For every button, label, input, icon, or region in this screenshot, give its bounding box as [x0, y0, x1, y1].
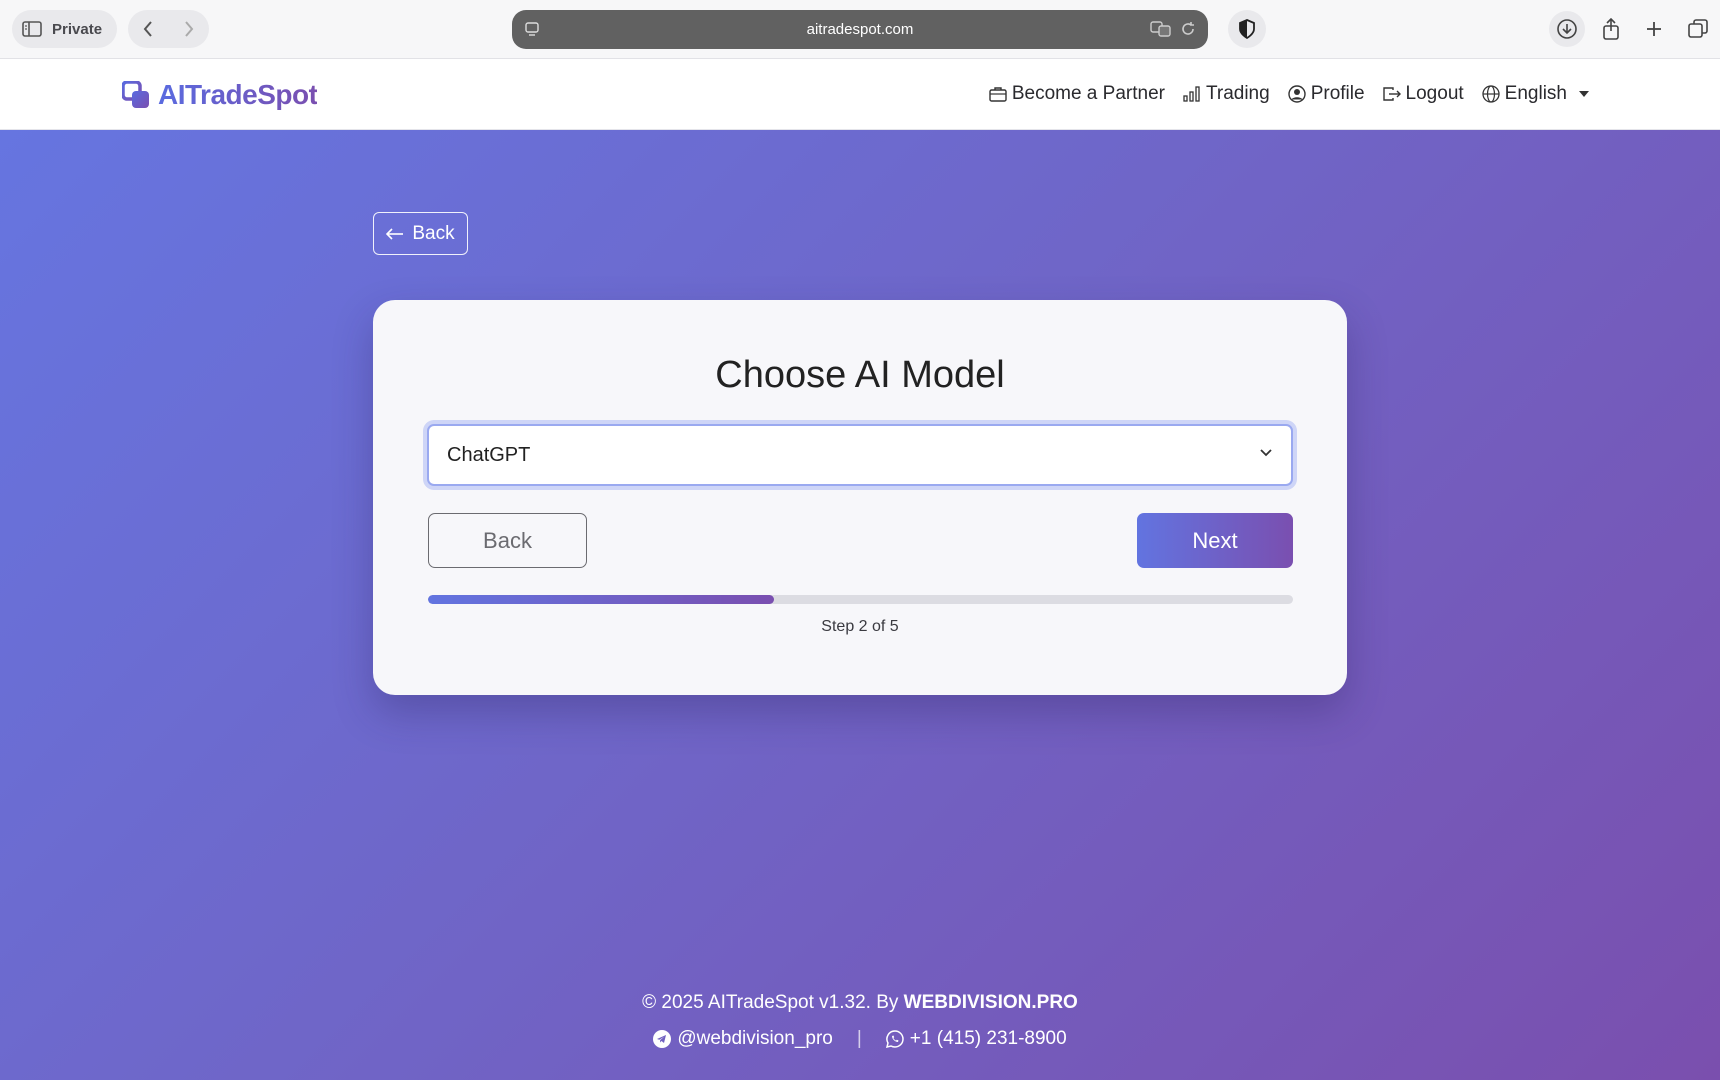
main-nav: Become a Partner Trading Profile Logout …	[989, 83, 1590, 105]
chevron-down-icon	[1260, 449, 1272, 457]
new-tab-button[interactable]	[1636, 11, 1672, 47]
forward-arrow-icon[interactable]	[183, 20, 195, 38]
nav-label: Logout	[1405, 83, 1464, 104]
nav-trading[interactable]: Trading	[1183, 83, 1270, 105]
tabs-icon	[1688, 19, 1708, 38]
sidebar-toggle-button[interactable]: Private	[12, 10, 117, 48]
ai-model-select[interactable]: ChatGPT	[427, 424, 1293, 486]
private-label: Private	[52, 20, 103, 38]
share-button[interactable]	[1593, 11, 1629, 47]
card-title: Choose AI Model	[715, 354, 1005, 396]
developer-link[interactable]: WEBDIVISION.PRO	[904, 992, 1078, 1013]
site-logo[interactable]: AITradeSpot	[122, 79, 318, 111]
nav-logout[interactable]: Logout	[1382, 83, 1464, 105]
whatsapp-icon	[885, 1030, 904, 1048]
sidebar-icon	[22, 21, 42, 37]
telegram-link[interactable]: @webdivision_pro	[653, 1028, 833, 1050]
shield-icon	[1239, 19, 1255, 39]
telegram-icon	[653, 1030, 672, 1048]
download-icon	[1557, 19, 1577, 39]
user-circle-icon	[1287, 85, 1306, 103]
progress-bar	[428, 595, 1293, 604]
footer-separator: |	[856, 1028, 862, 1049]
language-label: English	[1504, 83, 1567, 104]
caret-down-icon	[1579, 91, 1589, 97]
translate-icon[interactable]	[1150, 20, 1172, 38]
arrow-left-icon	[386, 227, 404, 240]
phone-number: +1 (415) 231-8900	[909, 1028, 1067, 1049]
bar-chart-icon	[1183, 86, 1200, 102]
select-value: ChatGPT	[447, 443, 531, 466]
share-icon	[1602, 18, 1619, 40]
nav-profile[interactable]: Profile	[1287, 83, 1365, 105]
plus-icon	[1647, 22, 1662, 36]
phone-link[interactable]: +1 (415) 231-8900	[885, 1028, 1067, 1050]
nav-label: Trading	[1205, 83, 1270, 104]
step-indicator: Step 2 of 5	[821, 618, 899, 635]
nav-label: Become a Partner	[1011, 83, 1165, 104]
top-back-button[interactable]: Back	[373, 212, 468, 255]
site-header: AITradeSpot Become a Partner Trading Pro…	[0, 59, 1720, 130]
back-arrow-icon[interactable]	[142, 20, 154, 38]
history-nav	[128, 10, 209, 48]
back-button[interactable]: Back	[428, 513, 587, 568]
next-button[interactable]: Next	[1137, 513, 1293, 568]
language-dropdown[interactable]: English	[1482, 83, 1590, 105]
logout-icon	[1382, 87, 1401, 101]
privacy-shield-button[interactable]	[1228, 10, 1266, 48]
logo-icon	[122, 81, 149, 108]
nav-label: Profile	[1310, 83, 1365, 104]
tab-overview-button[interactable]	[1680, 11, 1716, 47]
address-bar[interactable]: aitradespot.com	[512, 10, 1208, 49]
telegram-handle: @webdivision_pro	[677, 1028, 833, 1049]
progress-fill	[428, 595, 774, 604]
footer-copyright: © 2025 AITradeSpot v1.32. By WEBDIVISION…	[0, 992, 1720, 1014]
footer-contacts: @webdivision_pro | +1 (415) 231-8900	[0, 1028, 1720, 1050]
globe-icon	[1482, 85, 1500, 103]
reload-icon[interactable]	[1180, 20, 1196, 38]
nav-become-partner[interactable]: Become a Partner	[989, 83, 1165, 105]
logo-text: AITradeSpot	[158, 79, 318, 110]
copyright-text: © 2025 AITradeSpot v1.32. By	[642, 992, 904, 1013]
top-back-label: Back	[412, 222, 455, 244]
wizard-card: Choose AI Model ChatGPT Back Next Step 2…	[373, 300, 1347, 695]
briefcase-icon	[989, 87, 1007, 102]
downloads-button[interactable]	[1548, 11, 1585, 47]
main-content: Back Choose AI Model ChatGPT Back Next S…	[0, 130, 1720, 1080]
url-text: aitradespot.com	[806, 21, 914, 38]
browser-toolbar: Private aitradespot.com	[0, 0, 1720, 59]
